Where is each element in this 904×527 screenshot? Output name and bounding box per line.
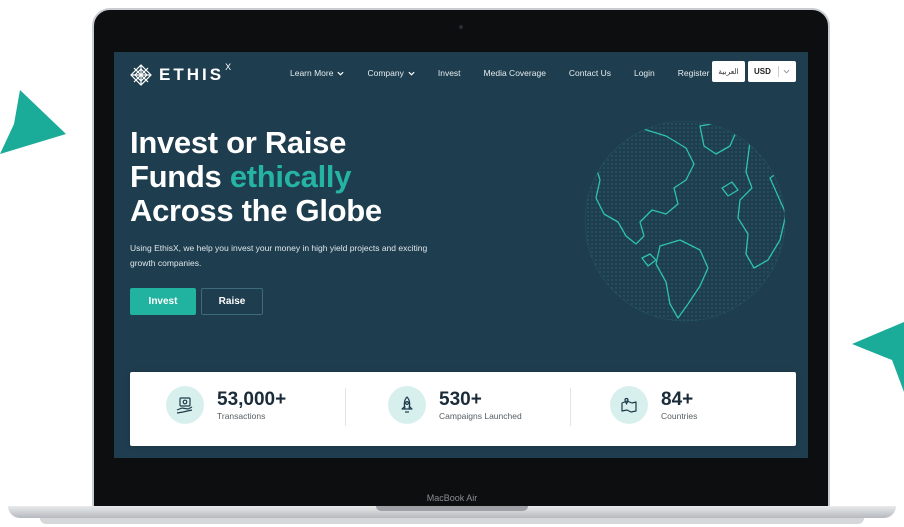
chevron-down-icon xyxy=(783,69,790,74)
nav-register[interactable]: Register xyxy=(678,68,710,78)
decorative-arrow-left-icon xyxy=(0,90,66,154)
money-hand-icon xyxy=(176,397,193,414)
stat-transactions: 53,000+ Transactions xyxy=(166,386,286,424)
nav-company-label: Company xyxy=(367,68,404,78)
hero-title-line-3: Across the Globe xyxy=(130,193,382,228)
stats-divider xyxy=(345,388,346,426)
device-label: MacBook Air xyxy=(426,493,478,503)
ethis-logo[interactable]: ETHIS X xyxy=(130,62,232,86)
nav-invest[interactable]: Invest xyxy=(438,68,461,78)
stat-value: 530+ xyxy=(439,388,482,410)
stat-campaigns: 530+ Campaigns Launched xyxy=(388,386,522,424)
stat-icon-wrapper xyxy=(166,386,204,424)
hero-title-line-2-prefix: Funds xyxy=(130,159,230,194)
laptop-shadow xyxy=(40,518,864,524)
nav-learn-more-label: Learn More xyxy=(290,68,334,78)
stat-countries: 84+ Countries xyxy=(610,386,697,424)
browser-screen: ETHIS X Learn More Company Invest Media … xyxy=(114,52,808,458)
nav-media-coverage[interactable]: Media Coverage xyxy=(484,68,546,78)
laptop-notch xyxy=(376,506,528,511)
stat-label: Transactions xyxy=(217,410,266,421)
currency-divider xyxy=(777,66,779,77)
globe-illustration xyxy=(584,120,786,322)
stats-divider xyxy=(570,388,571,426)
stat-value: 53,000+ xyxy=(217,388,287,410)
language-toggle-button[interactable]: العربية xyxy=(712,61,745,82)
hero-title: Invest or Raise Funds ethically Across t… xyxy=(130,126,382,228)
nav-learn-more[interactable]: Learn More xyxy=(290,68,345,78)
brand-name: ETHIS xyxy=(159,65,225,84)
hero-title-accent: ethically xyxy=(229,159,352,194)
logo-mark-icon xyxy=(130,64,152,86)
rocket-icon xyxy=(401,396,413,413)
chevron-down-icon xyxy=(408,71,415,76)
stats-panel: 53,000+ Transactions 530+ Campaigns Laun xyxy=(130,372,796,446)
nav-contact-us[interactable]: Contact Us xyxy=(569,68,611,78)
stat-value: 84+ xyxy=(661,388,694,410)
stat-icon-wrapper xyxy=(388,386,426,424)
invest-button[interactable]: Invest xyxy=(130,288,196,315)
currency-select[interactable]: USD xyxy=(748,61,796,82)
stat-label: Countries xyxy=(661,410,698,421)
stat-label: Campaigns Launched xyxy=(439,410,522,421)
map-pin-icon xyxy=(621,397,637,413)
chevron-down-icon xyxy=(337,71,345,76)
stat-icon-wrapper xyxy=(610,386,648,424)
nav-login[interactable]: Login xyxy=(634,68,655,78)
hero-title-line-1: Invest or Raise xyxy=(130,125,347,160)
currency-value: USD xyxy=(754,67,771,76)
raise-button[interactable]: Raise xyxy=(201,288,263,315)
main-nav: Learn More Company Invest Media Coverage… xyxy=(290,68,732,78)
laptop-camera xyxy=(459,25,463,29)
hero-subtitle: Using EthisX, we help you invest your mo… xyxy=(130,243,428,268)
decorative-arrow-right-icon xyxy=(852,322,904,392)
nav-company[interactable]: Company xyxy=(367,68,415,78)
brand-superscript: X xyxy=(225,62,232,72)
